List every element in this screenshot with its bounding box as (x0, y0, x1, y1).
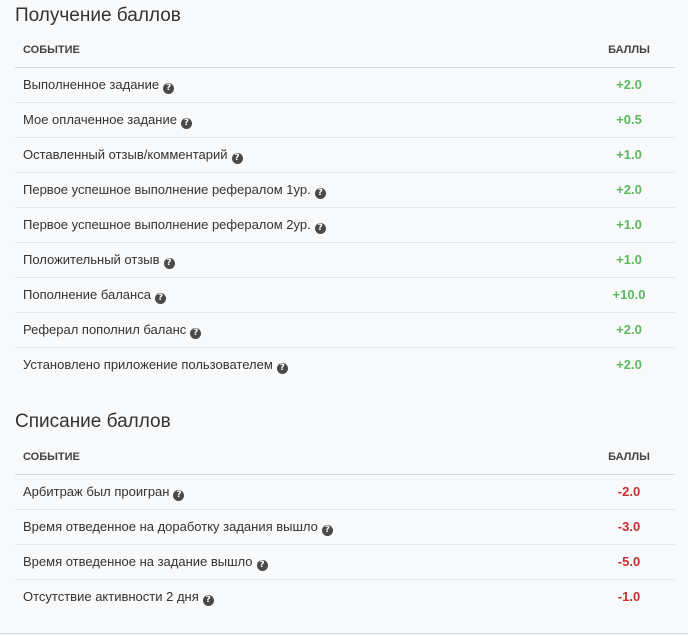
event-cell: Пополнение баланса? (23, 278, 166, 312)
event-cell: Реферал пополнил баланс? (23, 313, 202, 347)
event-cell: Оставленный отзыв/комментарий? (23, 138, 243, 172)
points-cell: +2.0 (616, 322, 642, 337)
table-row: Арбитраж был проигран? -2.0 (15, 475, 675, 510)
event-label: Время отведенное на задание вышло (23, 554, 253, 569)
points-cell: +10.0 (612, 287, 646, 302)
table-row: Выполненное задание? +2.0 (15, 68, 675, 103)
event-label: Арбитраж был проигран (23, 484, 170, 499)
points-cell: +0.5 (616, 112, 642, 127)
bottom-divider (0, 633, 688, 634)
spending-title: Списание баллов (15, 411, 171, 432)
points-cell: +2.0 (616, 357, 642, 372)
points-cell: +1.0 (616, 217, 642, 232)
spending-table-body: Арбитраж был проигран? -2.0 Время отведе… (15, 475, 675, 615)
event-cell: Первое успешное выполнение рефералом 2ур… (23, 208, 326, 242)
table-row: Оставленный отзыв/комментарий? +1.0 (15, 138, 675, 173)
event-cell: Мое оплаченное задание? (23, 103, 192, 137)
event-label: Первое успешное выполнение рефералом 2ур… (23, 217, 311, 232)
points-cell: +1.0 (616, 147, 642, 162)
points-cell: -3.0 (617, 519, 641, 534)
question-circle-icon[interactable]: ? (180, 118, 192, 129)
table-row: Положительный отзыв? +1.0 (15, 243, 675, 278)
event-label: Реферал пополнил баланс (23, 322, 187, 337)
question-circle-icon[interactable]: ? (321, 525, 333, 536)
spending-table-header: Событие Баллы (15, 440, 675, 475)
question-circle-icon[interactable]: ? (163, 258, 175, 269)
question-circle-icon[interactable]: ? (314, 223, 326, 234)
question-circle-icon[interactable]: ? (190, 328, 202, 339)
table-row: Первое успешное выполнение рефералом 1ур… (15, 173, 675, 208)
event-label: Отсутствие активности 2 дня (23, 589, 199, 604)
question-circle-icon[interactable]: ? (256, 560, 268, 571)
event-cell: Положительный отзыв? (23, 243, 175, 277)
points-cell: -5.0 (617, 554, 641, 569)
spending-col-points: Баллы (608, 451, 650, 463)
event-label: Выполненное задание (23, 77, 160, 92)
points-cell: +1.0 (616, 252, 642, 267)
event-label: Оставленный отзыв/комментарий (23, 147, 228, 162)
event-cell: Первое успешное выполнение рефералом 1ур… (23, 173, 326, 207)
table-row: Установлено приложение пользователем? +2… (15, 348, 675, 383)
points-cell: -1.0 (617, 589, 641, 604)
event-label: Первое успешное выполнение рефералом 1ур… (23, 182, 311, 197)
event-label: Пополнение баланса (23, 287, 151, 302)
points-cell: -2.0 (617, 484, 641, 499)
spending-col-event: Событие (23, 451, 80, 463)
question-circle-icon[interactable]: ? (276, 363, 288, 374)
event-cell: Арбитраж был проигран? (23, 475, 185, 509)
question-circle-icon[interactable]: ? (202, 595, 214, 606)
event-label: Положительный отзыв (23, 252, 160, 267)
spending-table: Событие Баллы Арбитраж был проигран? -2.… (15, 440, 675, 615)
table-row: Первое успешное выполнение рефералом 2ур… (15, 208, 675, 243)
earning-col-points: Баллы (608, 44, 650, 56)
earning-table-body: Выполненное задание? +2.0 Мое оплаченное… (15, 68, 675, 383)
question-circle-icon[interactable]: ? (154, 293, 166, 304)
event-label: Время отведенное на доработку задания вы… (23, 519, 318, 534)
event-cell: Время отведенное на доработку задания вы… (23, 510, 333, 544)
question-circle-icon[interactable]: ? (173, 490, 185, 501)
table-row: Отсутствие активности 2 дня? -1.0 (15, 580, 675, 615)
earning-col-event: Событие (23, 44, 80, 56)
event-cell: Время отведенное на задание вышло? (23, 545, 268, 579)
points-cell: +2.0 (616, 182, 642, 197)
table-row: Реферал пополнил баланс? +2.0 (15, 313, 675, 348)
question-circle-icon[interactable]: ? (163, 83, 175, 94)
event-label: Установлено приложение пользователем (23, 357, 273, 372)
earning-table: Событие Баллы Выполненное задание? +2.0 … (15, 33, 675, 383)
question-circle-icon[interactable]: ? (231, 153, 243, 164)
event-cell: Выполненное задание? (23, 68, 175, 102)
event-cell: Отсутствие активности 2 дня? (23, 580, 214, 614)
earning-title: Получение баллов (15, 5, 181, 26)
table-row: Время отведенное на задание вышло? -5.0 (15, 545, 675, 580)
earning-table-header: Событие Баллы (15, 33, 675, 68)
points-cell: +2.0 (616, 77, 642, 92)
table-row: Пополнение баланса? +10.0 (15, 278, 675, 313)
event-label: Мое оплаченное задание (23, 112, 177, 127)
table-row: Время отведенное на доработку задания вы… (15, 510, 675, 545)
table-row: Мое оплаченное задание? +0.5 (15, 103, 675, 138)
event-cell: Установлено приложение пользователем? (23, 348, 288, 382)
question-circle-icon[interactable]: ? (314, 188, 326, 199)
